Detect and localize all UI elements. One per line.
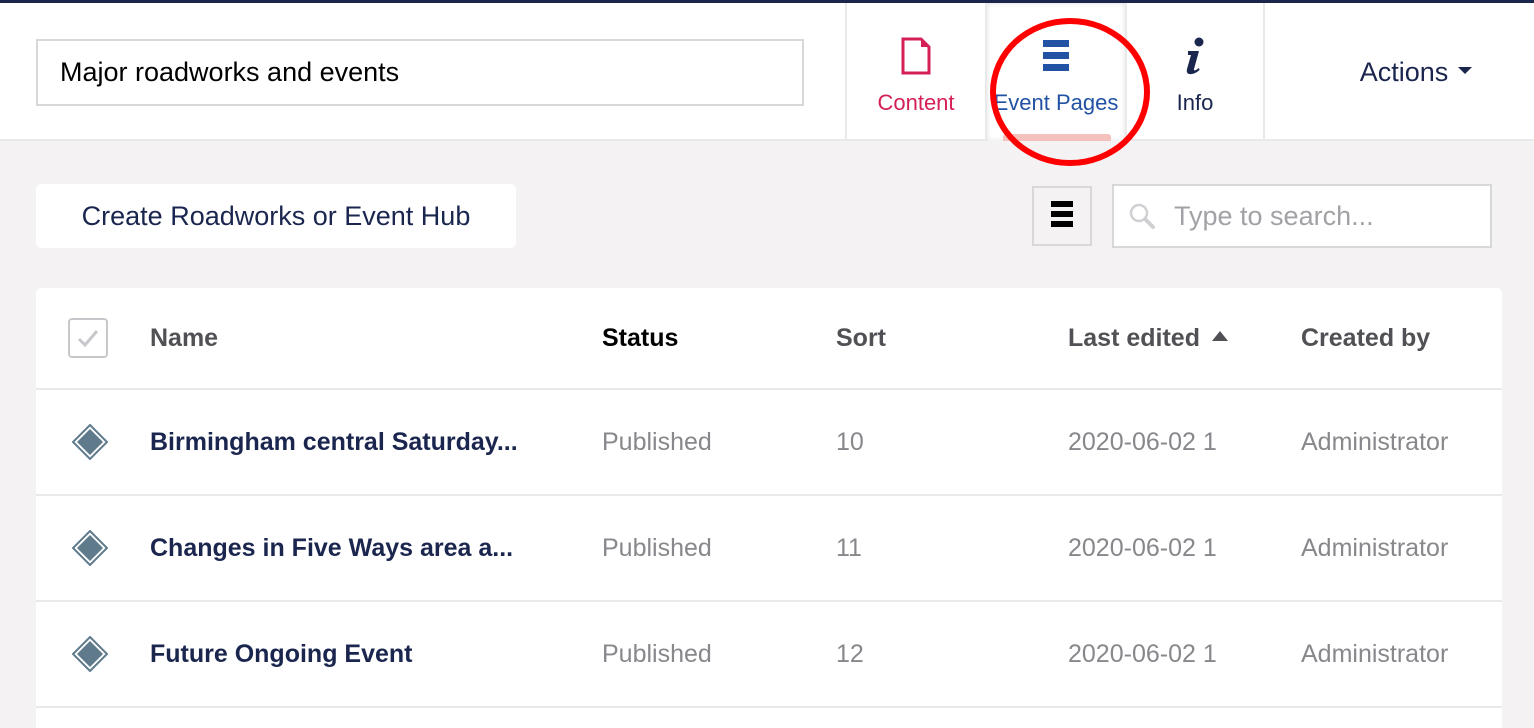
column-header-last-edited[interactable]: Last edited (1068, 288, 1268, 388)
caret-down-icon (1458, 66, 1473, 74)
diamond-node-icon (72, 424, 108, 460)
column-header-sort[interactable]: Sort (836, 288, 1036, 388)
row-last-edited: 2020-06-02 1 (1068, 533, 1217, 562)
info-icon (1184, 36, 1206, 76)
row-status: Published (602, 639, 712, 668)
column-header-status[interactable]: Status (602, 288, 802, 388)
diamond-node-icon (72, 530, 108, 566)
column-label: Sort (836, 323, 886, 352)
select-all-checkbox[interactable] (68, 318, 108, 358)
row-created-by: Administrator (1301, 533, 1449, 562)
content-app-tabs: Content Event Pages Info (845, 3, 1265, 141)
table-row[interactable]: Birmingham central Saturday... Published… (36, 390, 1502, 496)
search-input[interactable] (1174, 200, 1474, 232)
table-row[interactable]: Changes in Five Ways area a... Published… (36, 496, 1502, 602)
list-view-table: Name Status Sort Last edited Created by … (36, 288, 1502, 728)
row-name-link[interactable]: Future Ongoing Event (150, 602, 570, 706)
search-field[interactable] (1112, 184, 1492, 248)
document-icon (901, 36, 931, 76)
tab-event-pages[interactable]: Event Pages (985, 3, 1125, 141)
select-all-cell (68, 288, 108, 388)
row-last-edited: 2020-06-02 1 (1068, 639, 1217, 668)
sort-ascending-icon (1211, 331, 1228, 341)
layout-toggle-button[interactable] (1032, 186, 1092, 246)
row-created-by: Administrator (1301, 639, 1449, 668)
row-status: Published (602, 427, 712, 456)
editor-header: Major roadworks and events Content Event… (0, 3, 1534, 141)
row-sort: 10 (836, 427, 864, 456)
tab-label: Event Pages (993, 90, 1119, 115)
tab-info[interactable]: Info (1125, 3, 1265, 141)
row-sort: 11 (836, 533, 862, 562)
row-last-edited: 2020-06-02 1 (1068, 427, 1217, 456)
row-name-link[interactable]: Changes in Five Ways area a... (150, 496, 570, 600)
row-icon-cell (72, 602, 112, 706)
active-tab-indicator (1003, 134, 1111, 141)
column-header-created-by[interactable]: Created by (1301, 288, 1501, 388)
table-header-row: Name Status Sort Last edited Created by (36, 288, 1502, 390)
row-sort: 12 (836, 639, 864, 668)
table-row[interactable]: Future Ongoing Event Published 12 2020-0… (36, 602, 1502, 708)
diamond-node-icon (72, 636, 108, 672)
row-created-by: Administrator (1301, 427, 1449, 456)
column-label: Last edited (1068, 323, 1200, 352)
row-status: Published (602, 533, 712, 562)
row-icon-cell (72, 496, 112, 600)
checkmark-icon (77, 330, 99, 347)
node-name-input[interactable]: Major roadworks and events (36, 39, 804, 106)
tab-label: Content (877, 90, 955, 115)
list-layout-icon (1051, 200, 1073, 232)
column-header-name[interactable]: Name (150, 288, 570, 388)
actions-label: Actions (1359, 56, 1449, 87)
search-icon (1128, 201, 1158, 231)
column-label: Status (602, 323, 679, 352)
tab-label: Info (1176, 90, 1214, 115)
row-name-link[interactable]: Birmingham central Saturday... (150, 390, 570, 494)
tab-content[interactable]: Content (845, 3, 985, 141)
create-hub-button[interactable]: Create Roadworks or Event Hub (36, 184, 516, 248)
list-icon (1043, 36, 1069, 76)
column-label: Name (150, 323, 219, 352)
actions-dropdown[interactable]: Actions (1298, 3, 1534, 141)
column-label: Created by (1301, 323, 1431, 352)
row-icon-cell (72, 390, 112, 494)
